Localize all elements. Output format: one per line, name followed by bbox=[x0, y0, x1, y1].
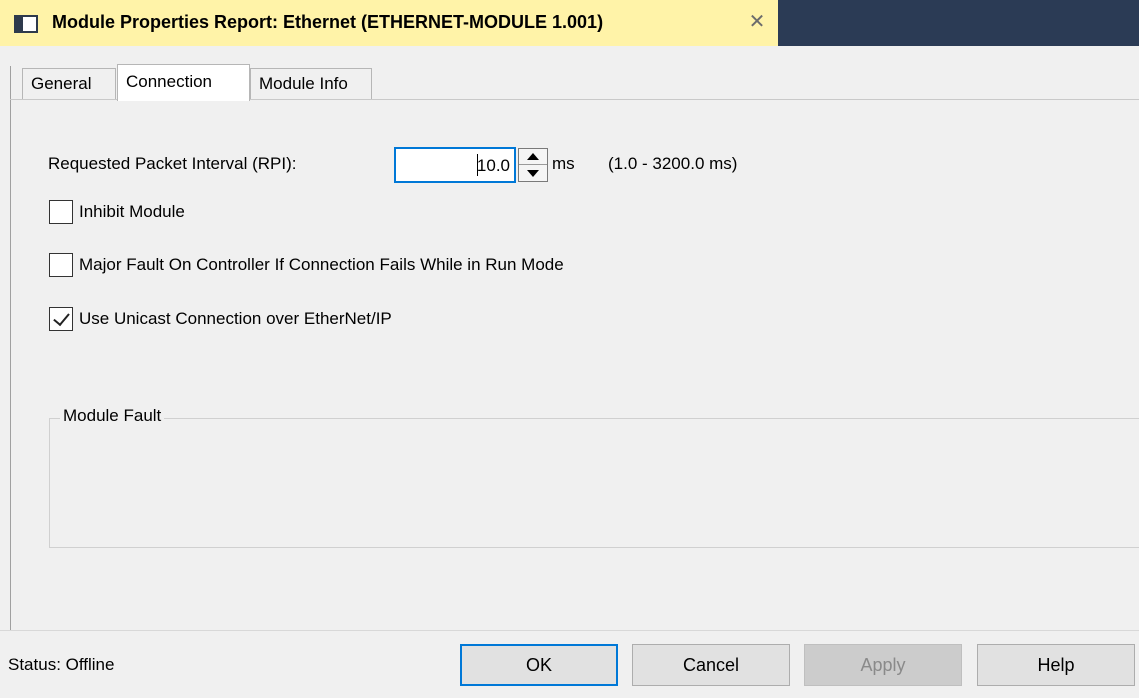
title-bar: Module Properties Report: Ethernet (ETHE… bbox=[0, 0, 1139, 46]
module-fault-group bbox=[49, 418, 1139, 548]
rpi-input[interactable]: 10.0 bbox=[394, 147, 516, 183]
inhibit-module-option[interactable]: Inhibit Module bbox=[49, 200, 185, 224]
rpi-label: Requested Packet Interval (RPI): bbox=[48, 154, 297, 173]
rpi-unit: ms bbox=[552, 154, 575, 173]
close-icon[interactable]: ✕ bbox=[746, 11, 768, 33]
tab-module-info[interactable]: Module Info bbox=[250, 68, 372, 100]
tab-strip: General Connection Module Info bbox=[0, 46, 1139, 101]
cancel-button[interactable]: Cancel bbox=[632, 644, 790, 686]
tab-strip-border bbox=[10, 66, 11, 100]
major-fault-label: Major Fault On Controller If Connection … bbox=[79, 255, 564, 274]
connection-panel bbox=[10, 100, 1139, 630]
spin-down-button[interactable] bbox=[519, 165, 547, 181]
major-fault-option[interactable]: Major Fault On Controller If Connection … bbox=[49, 253, 564, 277]
arrow-up-icon bbox=[527, 153, 539, 160]
inhibit-module-label: Inhibit Module bbox=[79, 202, 185, 221]
footer-divider bbox=[0, 630, 1139, 631]
spin-up-button[interactable] bbox=[519, 149, 547, 165]
help-button[interactable]: Help bbox=[977, 644, 1135, 686]
unicast-option[interactable]: Use Unicast Connection over EtherNet/IP bbox=[49, 307, 392, 331]
major-fault-checkbox[interactable] bbox=[49, 253, 73, 277]
ok-button[interactable]: OK bbox=[460, 644, 618, 686]
window-title: Module Properties Report: Ethernet (ETHE… bbox=[52, 12, 604, 32]
inhibit-module-checkbox[interactable] bbox=[49, 200, 73, 224]
tab-general[interactable]: General bbox=[22, 68, 116, 100]
status-text: Status: Offline bbox=[8, 655, 115, 674]
module-icon bbox=[14, 15, 38, 33]
arrow-down-icon bbox=[527, 169, 539, 177]
rpi-value: 10.0 bbox=[476, 156, 510, 175]
unicast-label: Use Unicast Connection over EtherNet/IP bbox=[79, 309, 392, 328]
rpi-range: (1.0 - 3200.0 ms) bbox=[608, 154, 738, 173]
document-tab[interactable]: Module Properties Report: Ethernet (ETHE… bbox=[0, 0, 778, 46]
tab-connection[interactable]: Connection bbox=[117, 64, 250, 101]
module-fault-label: Module Fault bbox=[60, 406, 165, 426]
apply-button[interactable]: Apply bbox=[804, 644, 962, 686]
unicast-checkbox[interactable] bbox=[49, 307, 73, 331]
rpi-spinner[interactable] bbox=[518, 148, 548, 182]
